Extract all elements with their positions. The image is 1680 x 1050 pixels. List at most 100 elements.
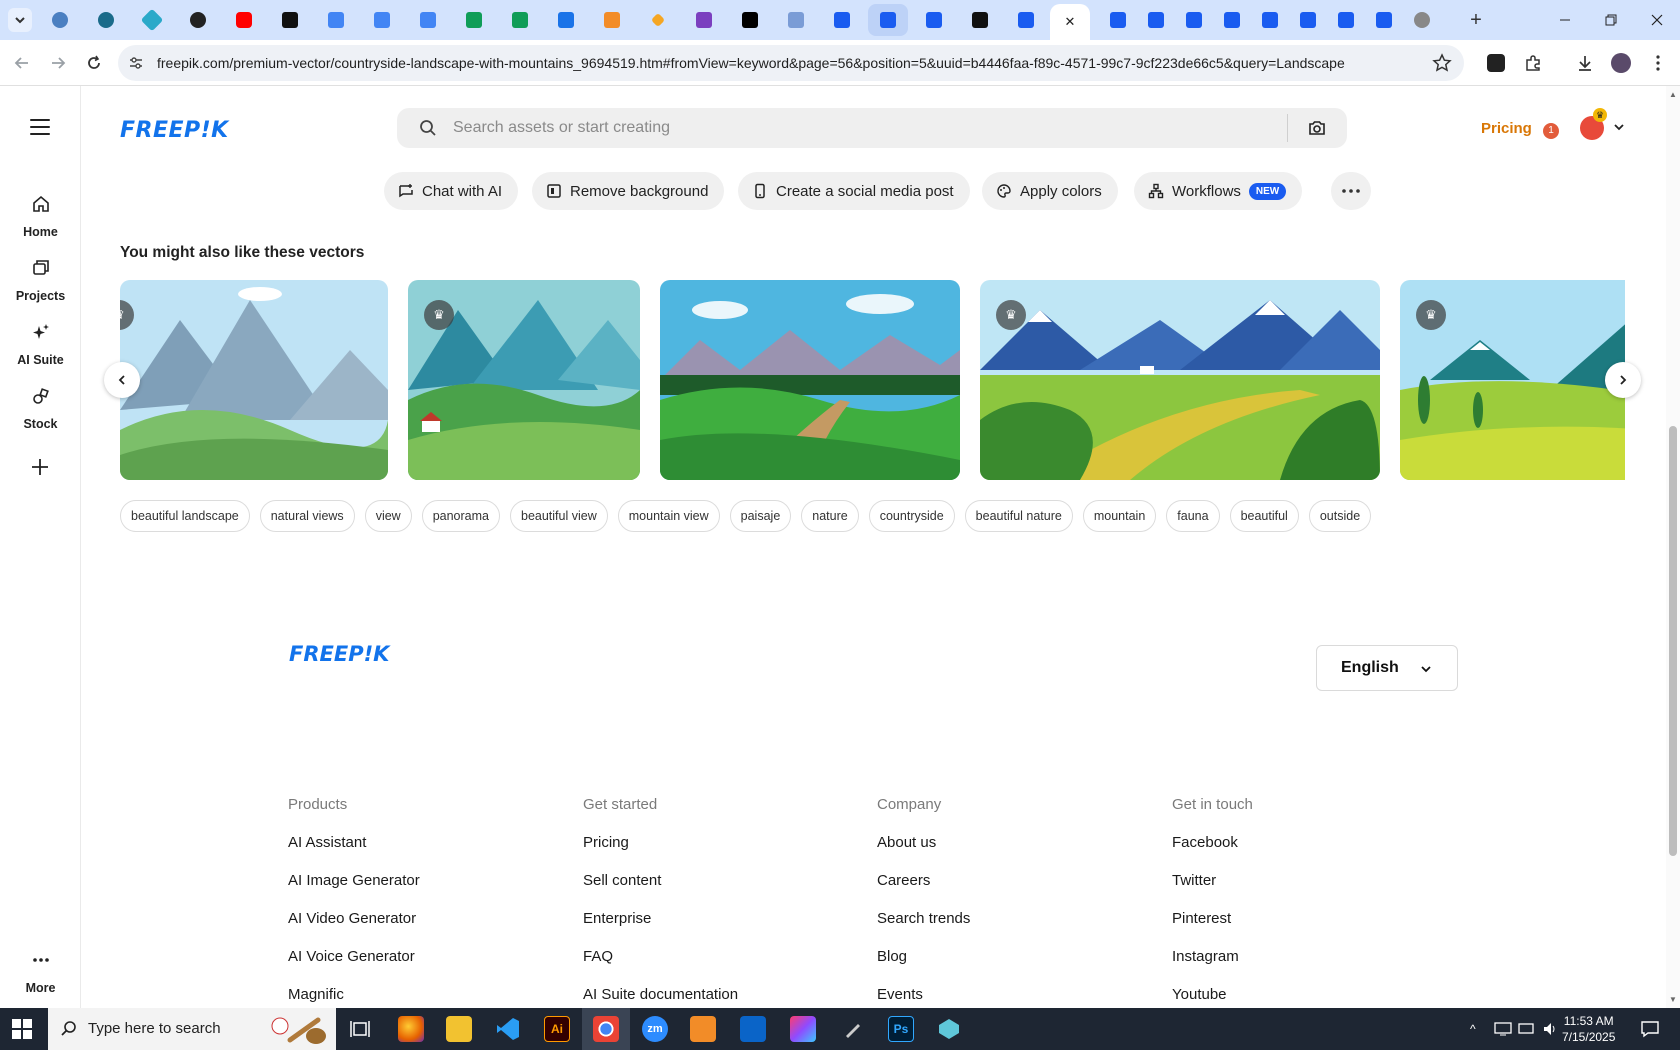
- tag-chip[interactable]: outside: [1308, 500, 1372, 532]
- footer-link[interactable]: AI Image Generator: [288, 872, 548, 890]
- network-icon[interactable]: [1494, 1022, 1512, 1036]
- chrome-icon[interactable]: [593, 1016, 619, 1042]
- footer-link[interactable]: Careers: [877, 872, 1137, 890]
- file-explorer-icon[interactable]: [446, 1016, 472, 1042]
- browser-tab[interactable]: [408, 4, 448, 36]
- sidebar-item-more[interactable]: More: [0, 950, 81, 995]
- footer-link[interactable]: Enterprise: [583, 910, 843, 928]
- tag-chip[interactable]: beautiful landscape: [120, 500, 250, 532]
- browser-tab[interactable]: [40, 4, 80, 36]
- browser-tab[interactable]: [1136, 4, 1176, 36]
- footer-link[interactable]: Youtube: [1172, 986, 1432, 1004]
- windows-start-icon[interactable]: [12, 1019, 32, 1039]
- browser-tab[interactable]: [132, 4, 172, 36]
- sidebar-item-ai-suite[interactable]: AI Suite: [0, 322, 81, 367]
- browser-tab[interactable]: [684, 4, 724, 36]
- firefox-icon[interactable]: [398, 1016, 424, 1042]
- close-tab-icon[interactable]: ✕: [1065, 14, 1076, 30]
- language-selector[interactable]: English: [1316, 645, 1458, 691]
- footer-link[interactable]: AI Voice Generator: [288, 948, 548, 966]
- browser-tab[interactable]: [638, 4, 678, 36]
- more-tools-button[interactable]: [1331, 172, 1371, 210]
- browser-tab[interactable]: [1402, 4, 1442, 36]
- sidebar-item-projects[interactable]: Projects: [0, 258, 81, 303]
- tag-chip[interactable]: mountain view: [617, 500, 720, 532]
- taskbar-search-box[interactable]: Type here to search: [48, 1008, 336, 1050]
- carousel-next-button[interactable]: [1605, 362, 1641, 398]
- tag-chip[interactable]: beautiful nature: [964, 500, 1073, 532]
- footer-link[interactable]: Magnific: [288, 986, 548, 1004]
- apply-colors-button[interactable]: Apply colors: [982, 172, 1118, 210]
- footer-link[interactable]: Events: [877, 986, 1137, 1004]
- browser-tab[interactable]: [546, 4, 586, 36]
- browser-tab[interactable]: [1098, 4, 1138, 36]
- browser-tab[interactable]: [914, 4, 954, 36]
- workflows-button[interactable]: Workflows NEW: [1134, 172, 1303, 210]
- show-hidden-icons[interactable]: ^: [1470, 1022, 1476, 1036]
- footer-link[interactable]: About us: [877, 834, 1137, 852]
- footer-link[interactable]: AI Assistant: [288, 834, 548, 852]
- browser-tab[interactable]: [454, 4, 494, 36]
- tag-chip[interactable]: panorama: [421, 500, 500, 532]
- tab-search-button[interactable]: [8, 8, 32, 32]
- chevron-down-icon[interactable]: [1612, 120, 1626, 134]
- browser-tab[interactable]: [1364, 4, 1404, 36]
- notification-center-icon[interactable]: [1640, 1020, 1660, 1038]
- vector-thumbnail[interactable]: ♛: [120, 280, 388, 480]
- back-button[interactable]: [10, 51, 34, 75]
- task-view-icon[interactable]: [350, 1020, 370, 1038]
- minimize-window-button[interactable]: [1542, 0, 1588, 40]
- sidebar-add-button[interactable]: [28, 456, 52, 480]
- footer-link[interactable]: Pricing: [583, 834, 843, 852]
- browser-tab[interactable]: [1006, 4, 1046, 36]
- footer-link[interactable]: Pinterest: [1172, 910, 1432, 928]
- tag-chip[interactable]: paisaje: [729, 500, 792, 532]
- browser-tab[interactable]: [362, 4, 402, 36]
- extension-button[interactable]: [1486, 53, 1506, 73]
- browser-tab[interactable]: [316, 4, 356, 36]
- extensions-menu-button[interactable]: [1523, 53, 1543, 73]
- browser-tab[interactable]: [224, 4, 264, 36]
- browser-menu-button[interactable]: [1648, 53, 1668, 73]
- vector-thumbnail[interactable]: ♛: [1400, 280, 1625, 480]
- notification-badge[interactable]: 1: [1543, 123, 1559, 139]
- profile-button[interactable]: [1611, 53, 1631, 73]
- reload-button[interactable]: [82, 51, 106, 75]
- site-settings-icon[interactable]: [128, 55, 144, 71]
- scroll-up-icon[interactable]: ▲: [1669, 90, 1677, 99]
- hamburger-menu-icon[interactable]: [30, 119, 50, 135]
- carousel-prev-button[interactable]: [104, 362, 140, 398]
- restore-window-button[interactable]: [1588, 0, 1634, 40]
- zoom-icon[interactable]: zm: [642, 1016, 668, 1042]
- browser-tab[interactable]: [86, 4, 126, 36]
- pen-tool-icon[interactable]: [840, 1016, 866, 1042]
- create-social-post-button[interactable]: Create a social media post: [738, 172, 970, 210]
- scroll-down-icon[interactable]: ▼: [1669, 995, 1677, 1004]
- footer-link[interactable]: Instagram: [1172, 948, 1432, 966]
- illustrator-icon[interactable]: Ai: [544, 1016, 570, 1042]
- browser-tab[interactable]: [868, 4, 908, 36]
- tag-chip[interactable]: nature: [801, 500, 859, 532]
- pricing-link[interactable]: Pricing: [1481, 120, 1532, 137]
- tag-chip[interactable]: view: [364, 500, 412, 532]
- new-tab-button[interactable]: +: [1464, 8, 1488, 32]
- freepik-logo[interactable]: FREEP!K: [120, 118, 229, 143]
- vscode-icon[interactable]: [495, 1016, 521, 1042]
- browser-tab-active[interactable]: ✕: [1050, 4, 1090, 40]
- browser-tab[interactable]: [1326, 4, 1366, 36]
- browser-tab[interactable]: [730, 4, 770, 36]
- page-scrollbar[interactable]: ▲ ▼: [1666, 86, 1680, 1008]
- xampp-icon[interactable]: [690, 1016, 716, 1042]
- tag-chip[interactable]: natural views: [259, 500, 355, 532]
- bookmark-star-icon[interactable]: [1432, 53, 1452, 73]
- sidebar-item-stock[interactable]: Stock: [0, 386, 81, 431]
- search-input[interactable]: [453, 116, 1253, 140]
- tag-chip[interactable]: beautiful view: [510, 500, 608, 532]
- browser-tab[interactable]: [500, 4, 540, 36]
- footer-link[interactable]: Facebook: [1172, 834, 1432, 852]
- tag-chip[interactable]: countryside: [868, 500, 955, 532]
- remove-background-button[interactable]: Remove background: [532, 172, 725, 210]
- vector-thumbnail[interactable]: [660, 280, 960, 480]
- close-window-button[interactable]: [1634, 0, 1680, 40]
- browser-tab[interactable]: [1288, 4, 1328, 36]
